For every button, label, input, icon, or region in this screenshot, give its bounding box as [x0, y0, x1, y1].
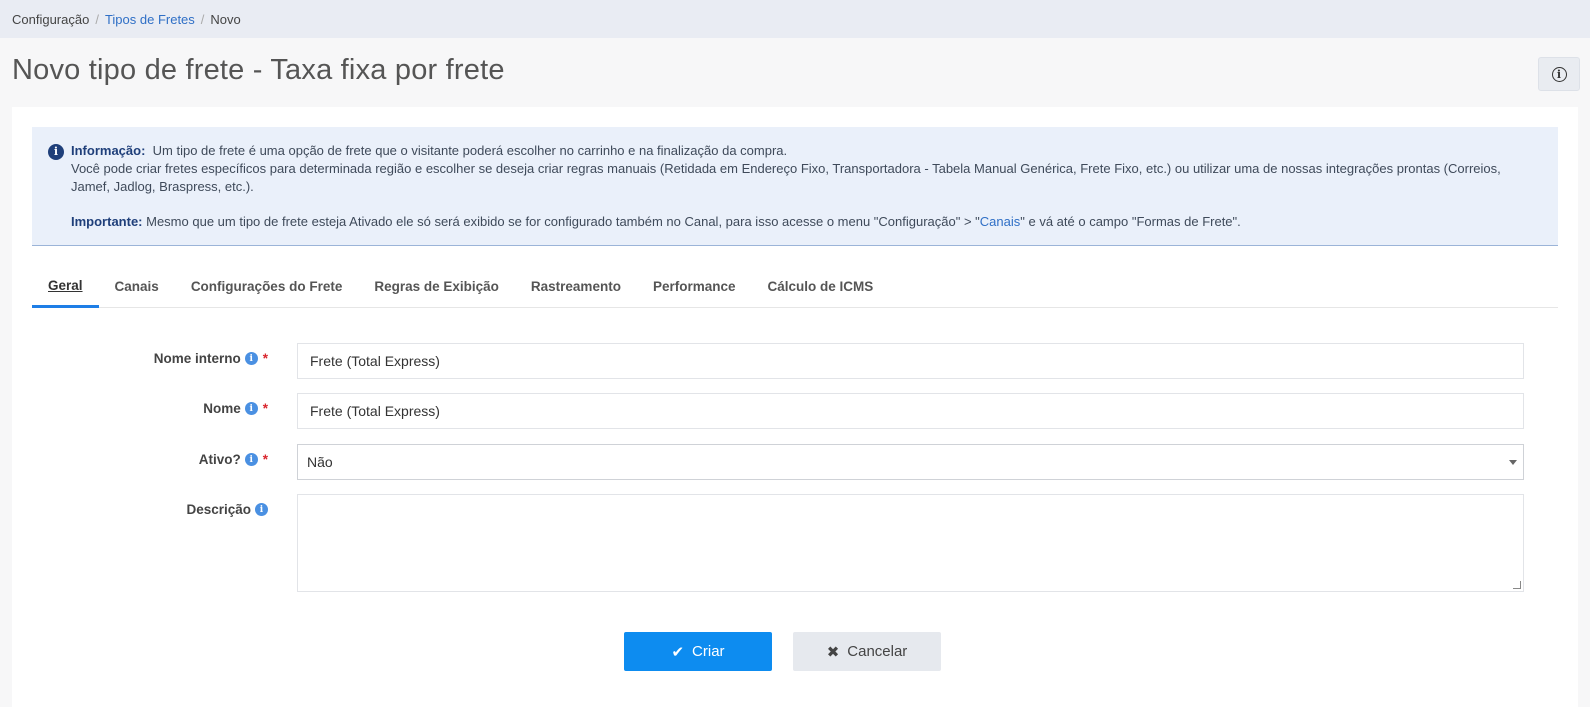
- breadcrumb-current: Novo: [210, 11, 241, 27]
- nome-input[interactable]: Frete (Total Express): [297, 393, 1524, 429]
- tab-bar: Geral Canais Configurações do Frete Regr…: [32, 265, 1558, 308]
- cancelar-button[interactable]: ✖ Cancelar: [793, 632, 941, 671]
- help-button[interactable]: i: [1538, 57, 1580, 91]
- nome-label: Nome i *: [203, 401, 268, 416]
- ativo-label-text: Ativo?: [198, 452, 241, 467]
- descricao-textarea[interactable]: [297, 494, 1524, 592]
- breadcrumb-separator: /: [95, 11, 99, 27]
- required-marker: *: [262, 452, 268, 467]
- page-title: Novo tipo de frete - Taxa fixa por frete: [12, 54, 505, 86]
- descricao-label-text: Descrição: [186, 502, 251, 517]
- nome-label-text: Nome: [203, 401, 241, 416]
- chevron-down-icon: [1509, 460, 1517, 465]
- alert-info-text: Um tipo de frete é uma opção de frete qu…: [152, 143, 788, 158]
- info-icon: i: [1551, 66, 1567, 82]
- tab-rastreamento[interactable]: Rastreamento: [515, 265, 637, 308]
- breadcrumb-separator: /: [200, 11, 205, 27]
- breadcrumb-parent-link[interactable]: Tipos de Fretes: [105, 12, 195, 27]
- nome-interno-label: Nome interno i *: [154, 351, 268, 366]
- alert-important-text: Mesmo que um tipo de frete esteja Ativad…: [146, 214, 980, 229]
- breadcrumb: Configuração / Tipos de Fretes / Novo: [0, 0, 1590, 38]
- alert-info-label: Informação:: [71, 143, 146, 158]
- alert-important-label: Importante:: [71, 214, 143, 229]
- alert-important-text-end: " e vá até o campo "Formas de Frete".: [1020, 214, 1241, 229]
- form-card: i Informação: Um tipo de frete é uma opç…: [12, 107, 1578, 707]
- close-icon: ✖: [826, 643, 840, 661]
- info-icon[interactable]: i: [244, 402, 258, 415]
- tab-canais[interactable]: Canais: [99, 265, 175, 308]
- criar-button-label: Criar: [692, 643, 725, 660]
- criar-button[interactable]: ✔ Criar: [624, 632, 772, 671]
- alert-important: Importante: Mesmo que um tipo de frete e…: [71, 213, 1542, 231]
- tab-performance[interactable]: Performance: [637, 265, 752, 308]
- nome-interno-label-text: Nome interno: [153, 351, 241, 366]
- info-icon[interactable]: i: [255, 503, 268, 516]
- nome-interno-input[interactable]: Frete (Total Express): [297, 343, 1524, 379]
- tab-configuracoes-frete[interactable]: Configurações do Frete: [175, 265, 359, 308]
- ativo-select-value: Não: [307, 454, 333, 470]
- required-marker: *: [262, 351, 268, 366]
- canais-link[interactable]: Canais: [980, 214, 1020, 229]
- tab-calculo-icms[interactable]: Cálculo de ICMS: [751, 265, 889, 308]
- cancelar-button-label: Cancelar: [847, 643, 908, 660]
- required-marker: *: [262, 401, 268, 416]
- alert-line-1: Informação: Um tipo de frete é uma opção…: [71, 142, 1542, 160]
- tab-regras-exibicao[interactable]: Regras de Exibição: [358, 265, 515, 308]
- info-icon[interactable]: i: [244, 352, 258, 365]
- breadcrumb-root[interactable]: Configuração: [12, 12, 89, 27]
- resize-handle-icon[interactable]: [1513, 581, 1521, 589]
- descricao-label: Descrição i: [186, 502, 268, 517]
- tab-geral[interactable]: Geral: [32, 265, 99, 308]
- alert-line-2: Você pode criar fretes específicos para …: [71, 161, 1501, 194]
- info-icon: i: [48, 144, 64, 160]
- info-alert: i Informação: Um tipo de frete é uma opç…: [32, 127, 1558, 246]
- info-icon[interactable]: i: [244, 453, 258, 466]
- check-icon: ✔: [671, 643, 685, 661]
- ativo-label: Ativo? i *: [199, 452, 268, 467]
- ativo-select[interactable]: Não: [297, 444, 1524, 480]
